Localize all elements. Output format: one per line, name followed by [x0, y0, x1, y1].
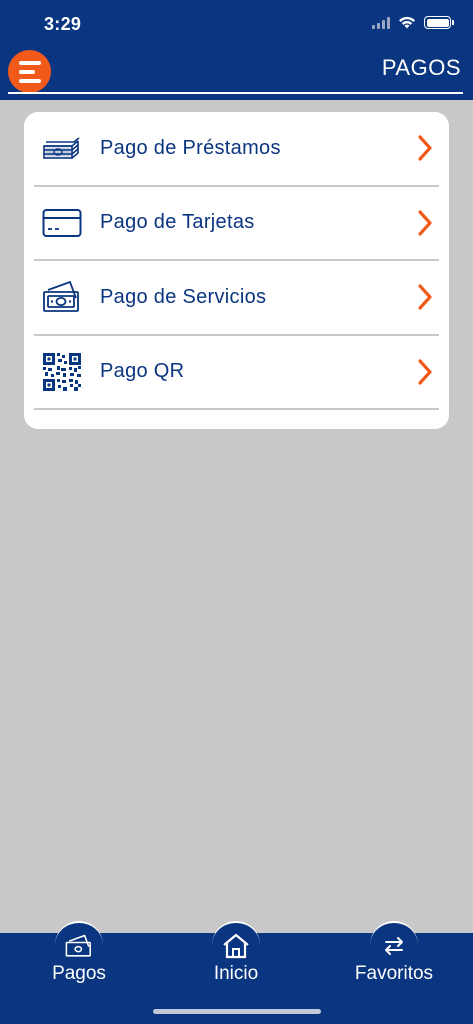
payment-item-servicios[interactable]: Pago de Servicios [34, 261, 439, 336]
payment-item-qr[interactable]: Pago QR [34, 336, 439, 410]
chevron-right-icon [418, 135, 432, 161]
tab-label: Pagos [52, 963, 106, 984]
wifi-icon [399, 16, 415, 29]
chevron-right-icon [418, 284, 432, 310]
tab-label: Inicio [213, 963, 259, 984]
payment-item-tarjetas[interactable]: Pago de Tarjetas [34, 187, 439, 261]
cellular-signal-icon [372, 16, 390, 29]
banknotes-icon [42, 277, 82, 317]
payment-item-label: Pago de Servicios [100, 285, 267, 308]
credit-card-icon [42, 203, 82, 243]
banknotes-icon [55, 921, 103, 969]
page-title: PAGOS [381, 55, 461, 80]
payment-item-label: Pago de Tarjetas [100, 211, 255, 234]
chevron-right-icon [418, 359, 432, 385]
qr-code-icon [42, 352, 82, 392]
app-header: 3:29 PAGOS [0, 0, 473, 100]
transfer-arrows-icon [370, 921, 418, 969]
home-icon [212, 921, 260, 969]
status-icons [372, 16, 454, 29]
battery-icon [424, 16, 454, 29]
tab-favoritos[interactable]: Favoritos [334, 921, 454, 1003]
money-stack-icon [42, 128, 82, 168]
payments-card: Pago de Préstamos Pago de Tarjetas Pago … [24, 112, 449, 429]
home-indicator [153, 1009, 321, 1014]
status-time: 3:29 [44, 14, 82, 34]
payment-item-prestamos[interactable]: Pago de Préstamos [34, 112, 439, 187]
payment-item-label: Pago de Préstamos [100, 136, 281, 159]
header-divider [8, 92, 463, 94]
payment-item-label: Pago QR [100, 360, 185, 383]
tab-label: Favoritos [354, 963, 434, 984]
tab-pagos[interactable]: Pagos [19, 921, 139, 1003]
status-bar: 3:29 [0, 0, 473, 50]
hamburger-menu-icon[interactable] [8, 50, 51, 93]
chevron-right-icon [418, 210, 432, 236]
tab-inicio[interactable]: Inicio [176, 921, 296, 1003]
